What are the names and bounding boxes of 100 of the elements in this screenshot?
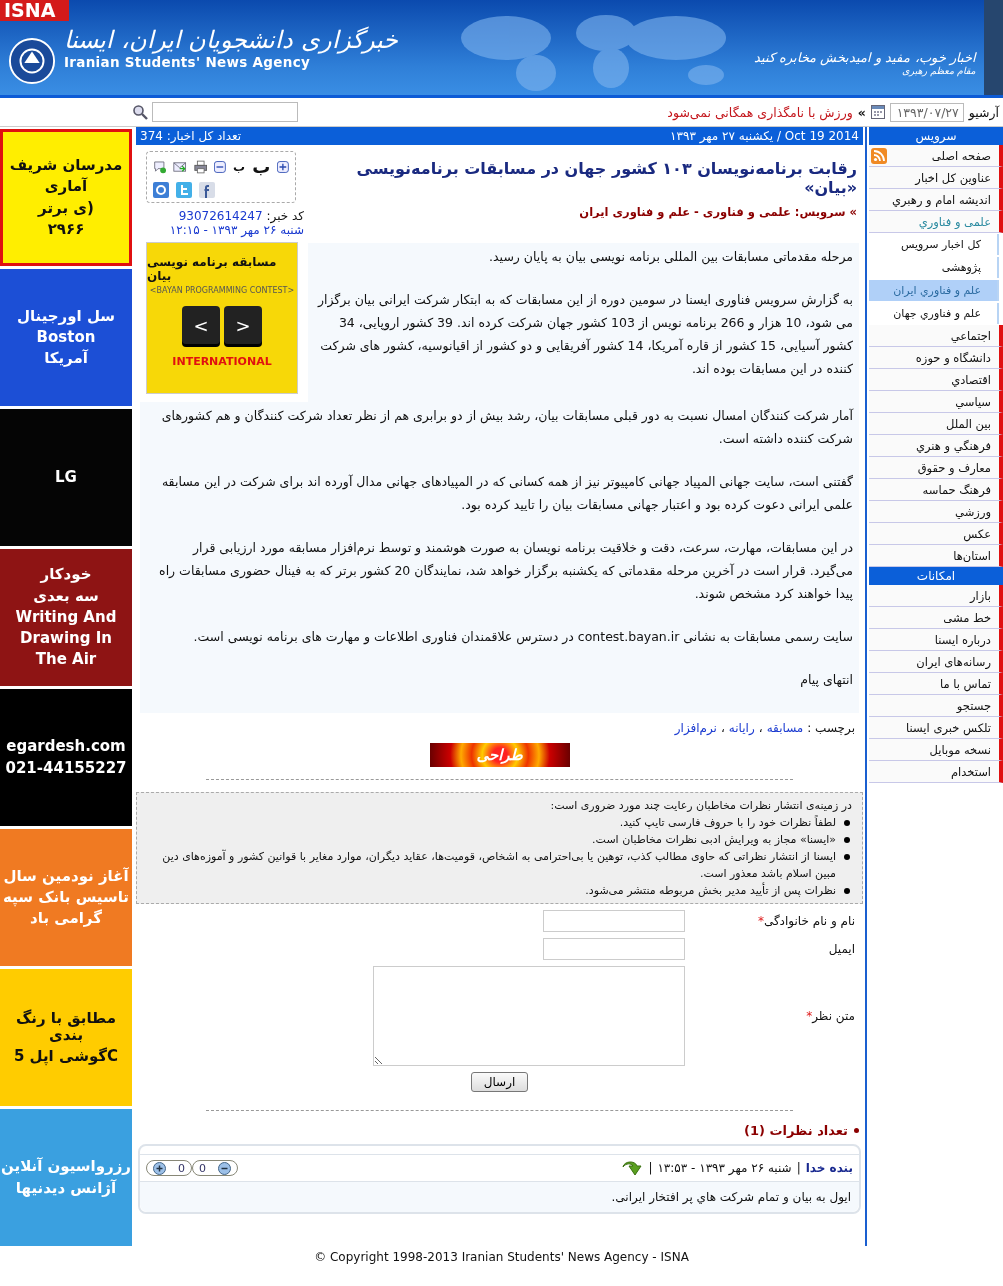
menu-item[interactable]: اجتماعي	[869, 325, 1003, 347]
menu-item[interactable]: فرهنگ حماسه	[869, 479, 1003, 501]
search-icon[interactable]	[132, 104, 148, 120]
submit-button[interactable]: ارسال	[470, 1072, 529, 1092]
ad-banner[interactable]: مطابق با رنگ بندی گوشی اپل 5C	[0, 969, 132, 1106]
menu-label: تلکس خبری ایسنا	[906, 720, 991, 735]
add-comment-icon[interactable]	[153, 158, 167, 175]
news-total: تعداد کل اخبار: 374	[140, 128, 242, 145]
service-path[interactable]: » سرویس: علمی و فناوری - علم و فناوری ایران	[310, 205, 857, 219]
menu-label: فرهنگ حماسه	[922, 482, 991, 497]
ad-text: Writing And	[15, 608, 117, 627]
search-field[interactable]	[152, 102, 298, 122]
tag-link[interactable]: نرم‌افزار	[674, 721, 717, 735]
comment-field[interactable]	[373, 966, 685, 1066]
large-font-glyph[interactable]: ب	[252, 156, 271, 177]
calendar-icon[interactable]	[870, 105, 885, 119]
menu-item[interactable]: تماس با ما	[869, 673, 1003, 695]
copyright-text: © Copyright 1998-2013 Iranian Students' News Agency - ISNA	[313, 1249, 690, 1266]
menu-label: ورزشي	[955, 504, 991, 519]
menu-item[interactable]: معارف و حقوق	[869, 457, 1003, 479]
ad-text: خودکار	[40, 566, 92, 584]
menu-item[interactable]: عكس	[869, 523, 1003, 545]
menu-item[interactable]: استان‌ها	[869, 545, 1003, 567]
menu-label: درباره ایسنا	[934, 632, 991, 647]
submenu-item[interactable]: علم و فناوري ايران	[869, 280, 999, 301]
poster-title: مسابقه برنامه نویسی بیان	[147, 255, 278, 283]
menu-label: عناوین کل اخبار	[915, 170, 991, 185]
facebook-icon[interactable]	[199, 182, 215, 198]
ad-text: آغاز نودمین سال	[3, 867, 129, 885]
minus-icon	[218, 1161, 231, 1175]
menu-item[interactable]: بين الملل	[869, 413, 1003, 435]
menu-label: نسخه موبایل	[929, 742, 991, 757]
menu-item[interactable]: ورزشي	[869, 501, 1003, 523]
comment-date: شنبه ۲۶ مهر ۱۳۹۳ - ۱۳:۵۳	[657, 1161, 792, 1175]
ad-text: Boston	[36, 328, 96, 347]
ad-banner[interactable]: egardesh.com 021-44155227	[0, 689, 132, 826]
leader-quote: اخبار خوب، مفید و امیدبخش مخابره کنید	[753, 49, 976, 65]
menu-item[interactable]: دانشگاه و حوزه	[869, 347, 1003, 369]
section-header: سرویس	[869, 127, 1003, 145]
menu-item[interactable]: استخدام	[869, 761, 1003, 783]
menu-label: استان‌ها	[953, 548, 991, 563]
print-icon[interactable]	[193, 158, 208, 175]
ad-text: گرامی باد	[30, 910, 102, 928]
menu-item[interactable]: رسانه‌های ایران	[869, 651, 1003, 673]
tag-link[interactable]: مسابقه	[766, 721, 804, 735]
menu-item[interactable]: تلکس خبری ایسنا	[869, 717, 1003, 739]
publish-date: شنبه ۲۶ مهر ۱۳۹۳ - ۱۲:۱۵	[168, 223, 304, 237]
menu-item[interactable]: نسخه موبایل	[869, 739, 1003, 761]
tag-link[interactable]: رایانه	[728, 721, 755, 735]
input-field[interactable]	[543, 910, 685, 932]
agency-title: خبرگزاری دانشجویان ایران، ایسنا	[64, 25, 398, 54]
menu-item[interactable]: اندیشه امام و رهبري	[869, 189, 1003, 211]
submenu-item[interactable]: پژوهشی	[869, 257, 999, 278]
ad-text: رزرواسیون آنلاین	[1, 1158, 131, 1176]
ticker-mark: »	[857, 104, 866, 120]
ad-text: مطابق با رنگ بندی	[15, 1009, 117, 1045]
menu-item[interactable]: درباره ایسنا	[869, 629, 1003, 651]
menu-item[interactable]: اقتصادي	[869, 369, 1003, 391]
menu-item[interactable]: فرهنگي و هنري	[869, 435, 1003, 457]
quote-author: مقام معظم رهبری	[902, 64, 976, 76]
field-label: نام و نام خانوادگی	[763, 914, 855, 928]
menu-item[interactable]: سياسي	[869, 391, 1003, 413]
twitter-icon[interactable]	[176, 182, 192, 198]
rss-icon[interactable]	[871, 147, 887, 164]
ad-banner[interactable]: مدرسان شریف آماری ی برتر) ۲۹۶۶	[0, 129, 132, 266]
menu-label: اندیشه امام و رهبري	[892, 192, 991, 207]
ad-text: سه بعدی	[33, 587, 99, 605]
increase-font-icon[interactable]	[277, 159, 289, 174]
article-paragraph: به گزارش سرویس فناوری ایسنا در سومین دوره از این مسابقات که به ابتکار شرکت ایرانی بیان برگزار می شود، 10 هزار و 266 برنامه نویس از 103 کشور جهان شرکت کرده اند. 39 کشور اروپایی، 34 کشور آسیایی، 15 کشور از قاره آمریکا، 14 کشور آفریقایی و دو کشور از اقیانوسیه، کشور های شرکت کننده در این مسابقات بوده اند.	[316, 291, 853, 379]
menu-label: بازار	[970, 588, 991, 603]
ticker-headline[interactable]: ورزش با نامگذاری همگانی نمی‌شود	[667, 104, 853, 120]
small-font-glyph[interactable]: ب	[233, 159, 246, 174]
reply-arrow-icon[interactable]	[621, 1159, 644, 1177]
menu-label: تماس با ما	[939, 676, 991, 691]
bullet-icon	[854, 1128, 859, 1133]
ad-banner[interactable]: LG	[0, 409, 132, 546]
tags-label: برچسب :	[807, 721, 855, 735]
menu-item[interactable]: بازار	[869, 585, 1003, 607]
article-paragraph: آمار شرکت کنندگان امسال نسبت به دور قبلی مسابقات بیان، رشد بیش از دو برابری هم از نظر تعداد شرکت کنندگان و هم کشورهای شرکت کننده داشته است.	[160, 407, 853, 449]
menu-label: صفحه اصلی	[931, 148, 991, 163]
archive-date-field[interactable]: ۱۳۹۳/۰۷/۲۷	[889, 102, 964, 122]
section-header: امکانات	[869, 567, 1003, 585]
ad-text: The Air	[35, 651, 97, 669]
article-title: رقابت برنامه‌نویسان ۱۰۳ کشور جهان در مسابقات برنامه‌نویسی «بیان»	[355, 159, 857, 197]
menu-item[interactable]: خط مشی	[869, 607, 1003, 629]
ad-text: 021-44155227	[5, 759, 127, 777]
separator-text: |	[796, 1161, 801, 1175]
menu-item[interactable]: جستجو	[869, 695, 1003, 717]
menu-item[interactable]: صفحه اصلی	[869, 145, 1003, 167]
tag-separator: ،	[720, 721, 725, 735]
key-drawing: >	[224, 306, 262, 344]
menu-item[interactable]: علمی و فناوري	[869, 211, 1003, 233]
decrease-font-icon[interactable]	[214, 159, 227, 174]
submenu-item[interactable]: کل اخبار سرويس	[869, 234, 999, 255]
news-code-label: کد خبر:	[266, 209, 304, 223]
input-field[interactable]	[543, 938, 685, 960]
ad-text: ی برتر)	[38, 199, 94, 217]
bullet-icon	[844, 854, 850, 860]
menu-item[interactable]: عناوین کل اخبار	[869, 167, 1003, 189]
ad-text: ۲۹۶۶	[47, 220, 85, 238]
